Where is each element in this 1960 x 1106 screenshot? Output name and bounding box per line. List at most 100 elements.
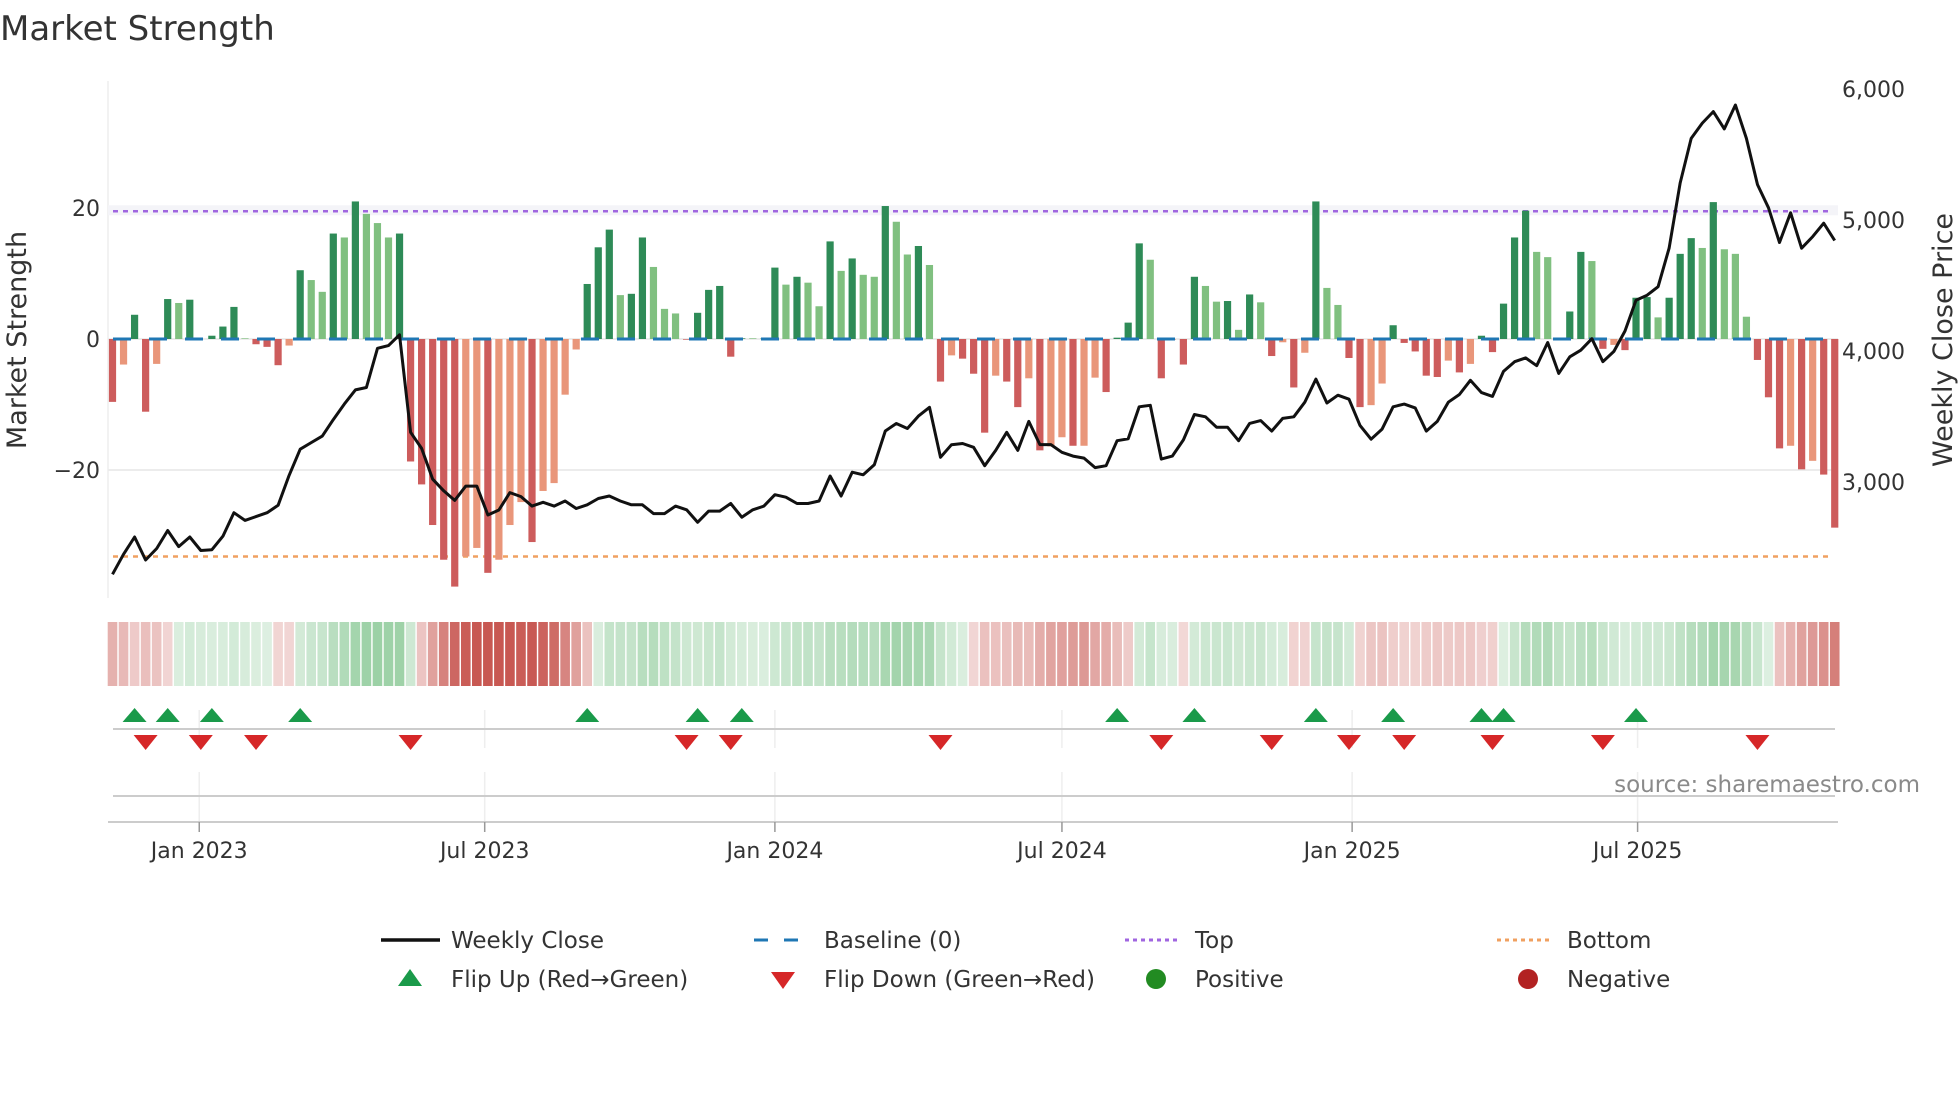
negative-bar bbox=[1831, 339, 1839, 528]
strip-cell bbox=[1123, 622, 1133, 686]
negative-bar bbox=[1003, 339, 1011, 382]
positive-bar bbox=[660, 308, 669, 339]
strip-cell bbox=[571, 622, 581, 686]
strip-cell bbox=[1255, 622, 1266, 686]
strip-cell bbox=[1564, 622, 1575, 686]
strip-cell bbox=[1774, 622, 1785, 686]
negative-bar bbox=[1798, 339, 1806, 470]
negative-bar bbox=[462, 339, 470, 557]
strip-cell bbox=[472, 622, 482, 686]
strip-cell bbox=[869, 622, 880, 686]
positive-bar bbox=[870, 276, 878, 339]
positive-bar bbox=[296, 270, 304, 339]
strip-cell bbox=[1012, 622, 1023, 686]
strip-cell bbox=[251, 622, 261, 686]
strip-cell bbox=[107, 622, 118, 686]
positive-bar bbox=[1257, 302, 1265, 339]
negative-bar bbox=[142, 339, 150, 412]
positive-bar bbox=[914, 245, 923, 339]
strip-cell bbox=[1454, 622, 1465, 686]
legend-label-bottom: Bottom bbox=[1567, 928, 1651, 954]
y2-tick-label: 5,000 bbox=[1842, 209, 1905, 234]
strip-cell bbox=[449, 622, 460, 686]
strip-cell bbox=[527, 622, 537, 686]
positive-bar bbox=[694, 312, 702, 339]
positive-bar bbox=[1709, 202, 1717, 339]
strip-cell bbox=[1576, 622, 1586, 686]
negative-bar bbox=[561, 339, 569, 395]
strip-cell bbox=[1322, 622, 1332, 686]
strip-cell bbox=[935, 622, 946, 686]
positive-bar bbox=[351, 201, 359, 339]
strip-cell bbox=[902, 622, 913, 686]
negative-bar bbox=[1764, 339, 1773, 398]
negative-bar bbox=[1809, 339, 1817, 461]
strip-cell bbox=[1531, 622, 1542, 686]
strip-cell bbox=[1024, 622, 1034, 686]
negative-bar bbox=[936, 339, 945, 382]
x-tick-label: Jan 2024 bbox=[724, 839, 823, 864]
positive-bar bbox=[826, 241, 834, 339]
strength-bars bbox=[108, 201, 1839, 587]
negative-bar bbox=[1400, 339, 1408, 343]
strip-cell bbox=[1388, 622, 1398, 686]
x-tick-label: Jan 2023 bbox=[149, 839, 248, 864]
negative-bar bbox=[1488, 339, 1497, 353]
positive-bar bbox=[1246, 294, 1254, 339]
flip-down-marker bbox=[244, 735, 269, 750]
negative-bar bbox=[473, 339, 481, 548]
strip-cell bbox=[1300, 622, 1310, 686]
positive-bar bbox=[892, 221, 900, 339]
negative-bar bbox=[495, 339, 503, 560]
positive-bar bbox=[815, 306, 823, 339]
strip-cell bbox=[1311, 622, 1321, 686]
negative-bar bbox=[1367, 339, 1375, 406]
positive-bar bbox=[1588, 261, 1596, 339]
strip-cell bbox=[1609, 622, 1619, 686]
strip-cell bbox=[979, 622, 990, 686]
positive-bar bbox=[749, 338, 757, 339]
strip-cell bbox=[792, 622, 802, 686]
strip-cell bbox=[1001, 622, 1012, 686]
strip-cell bbox=[1763, 622, 1774, 686]
positive-bar bbox=[219, 326, 227, 339]
positive-bar bbox=[130, 314, 139, 339]
flip-up-marker bbox=[685, 708, 710, 722]
strip-cell bbox=[361, 622, 372, 686]
y2-tick-label: 4,000 bbox=[1842, 340, 1905, 365]
negative-bar bbox=[1102, 339, 1110, 393]
strip-cell bbox=[1465, 622, 1476, 686]
positive-bar bbox=[1533, 251, 1541, 339]
strip-cell bbox=[836, 622, 846, 686]
x-tick-label: Jul 2024 bbox=[1015, 839, 1107, 864]
negative-bar bbox=[484, 339, 492, 573]
flip-down-marker bbox=[1590, 735, 1615, 750]
strip-cell bbox=[957, 622, 968, 686]
strip-cell bbox=[1112, 622, 1122, 686]
positive-bar bbox=[175, 302, 183, 339]
strip-cell bbox=[1288, 622, 1299, 686]
strip-cell bbox=[615, 622, 626, 686]
strip-cell bbox=[748, 622, 758, 686]
positive-bar bbox=[1323, 287, 1331, 339]
strip-cell bbox=[1697, 622, 1708, 686]
strip-cell bbox=[416, 622, 427, 686]
flip-up-marker bbox=[1469, 708, 1494, 722]
negative-bar bbox=[1786, 339, 1795, 446]
strip-cell bbox=[1244, 622, 1255, 686]
flip-up-marker bbox=[1105, 708, 1130, 722]
positive-bar bbox=[318, 291, 326, 339]
strip-cell bbox=[1785, 622, 1796, 686]
strip-cell bbox=[681, 622, 692, 686]
negative-bar bbox=[1047, 339, 1055, 447]
strip-cell bbox=[924, 622, 935, 686]
strip-cell bbox=[151, 622, 162, 686]
negative-bar bbox=[1775, 339, 1784, 449]
strip-cell bbox=[1035, 622, 1045, 686]
strip-cell bbox=[549, 622, 559, 686]
strip-cell bbox=[1057, 622, 1067, 686]
strip-cell bbox=[1829, 622, 1840, 686]
market-strength-chart: Market Strength 20 0 −20 6,000 5,000 4,000 3,… bbox=[0, 9, 1959, 993]
positive-bar bbox=[373, 223, 382, 339]
negative-bar bbox=[550, 339, 558, 484]
